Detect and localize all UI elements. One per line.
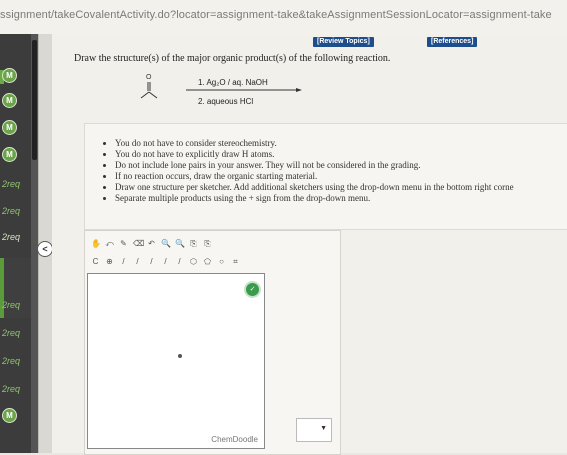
undo-icon[interactable]: ↶ bbox=[147, 239, 156, 248]
eraser-tool-icon[interactable]: ⌫ bbox=[133, 239, 144, 248]
canvas-dot bbox=[178, 354, 182, 358]
requirement-label: 2req bbox=[2, 232, 21, 242]
paste-icon[interactable]: ⎘ bbox=[203, 239, 212, 248]
mastery-badge: M bbox=[2, 67, 17, 83]
collapse-sidebar-button[interactable]: < bbox=[37, 241, 53, 257]
address-bar[interactable]: ssignment/takeCovalentActivity.do?locato… bbox=[0, 0, 567, 35]
sketcher-options-dropdown[interactable]: ▼ bbox=[296, 418, 332, 442]
question-sidebar: M M M M 2req 2req 2req 2req 2req 2req 2r… bbox=[0, 34, 38, 453]
sidebar-item-2[interactable]: M bbox=[2, 91, 17, 109]
instruction-item: Separate multiple products using the + s… bbox=[115, 193, 567, 203]
requirement-label: 2req bbox=[2, 328, 21, 338]
chevron-down-icon: ▼ bbox=[320, 425, 327, 432]
pencil-tool-icon[interactable]: ✎ bbox=[119, 239, 128, 248]
acetaldehyde-structure bbox=[140, 82, 158, 99]
mastery-badge: M bbox=[2, 119, 17, 135]
sketcher-toolbar-top: ✋ ⤺ ✎ ⌫ ↶ 🔍 🔍 ⎘ ⎘ bbox=[91, 237, 212, 249]
url-text[interactable]: ssignment/takeCovalentActivity.do?locato… bbox=[0, 9, 552, 21]
reagent-step-2: 2. aqueous HCl bbox=[198, 97, 254, 106]
sidebar-scroll-thumb[interactable] bbox=[32, 40, 37, 160]
sidebar-item-1[interactable]: M bbox=[2, 66, 17, 84]
zoom-in-icon[interactable]: 🔍 bbox=[161, 239, 171, 248]
single-bond-icon[interactable]: / bbox=[119, 257, 128, 266]
zoom-out-icon[interactable]: 🔍 bbox=[175, 239, 185, 248]
instruction-item: Draw one structure per sketcher. Add add… bbox=[115, 182, 567, 192]
requirement-label: 2req bbox=[2, 206, 21, 216]
drawing-canvas[interactable]: ✓ ChemDoodle bbox=[87, 273, 265, 449]
instruction-item: If no reaction occurs, draw the organic … bbox=[115, 171, 567, 181]
instructions-list: You do not have to consider stereochemis… bbox=[85, 124, 567, 203]
sidebar-scrollbar[interactable] bbox=[31, 34, 38, 453]
sidebar-item-7[interactable]: 2req bbox=[2, 228, 20, 246]
oxygen-atom-label: O bbox=[146, 74, 152, 81]
chemdoodle-brand: ChemDoodle bbox=[211, 435, 258, 444]
charge-tool-icon[interactable]: ⊕ bbox=[105, 257, 114, 266]
sidebar-item-5[interactable]: 2req bbox=[2, 175, 20, 193]
question-prompt: Draw the structure(s) of the major organ… bbox=[74, 53, 391, 64]
hand-tool-icon[interactable]: ✋ bbox=[91, 239, 101, 248]
instruction-item: Do not include lone pairs in your answer… bbox=[115, 160, 567, 170]
dash-bond-icon[interactable]: / bbox=[175, 257, 184, 266]
sketcher-toolbar-bottom: C ⊕ / / / / / ⬡ ⬠ ○ ⌗ bbox=[91, 255, 240, 267]
lasso-tool-icon[interactable]: ⤺ bbox=[105, 239, 114, 248]
review-topics-link[interactable]: [Review Topics] bbox=[313, 37, 374, 47]
requirement-label: 2req bbox=[2, 179, 21, 189]
triple-bond-icon[interactable]: / bbox=[147, 257, 156, 266]
mastery-badge: M bbox=[2, 407, 17, 423]
sidebar-item-11[interactable]: 2req bbox=[2, 380, 20, 398]
circle-ring-icon[interactable]: ○ bbox=[217, 257, 226, 266]
instruction-item: You do not have to consider stereochemis… bbox=[115, 138, 567, 148]
template-icon[interactable]: ⌗ bbox=[231, 257, 240, 266]
requirement-label: 2req bbox=[2, 356, 21, 366]
mastery-badge: M bbox=[2, 146, 17, 162]
submit-structure-icon[interactable]: ✓ bbox=[244, 281, 261, 298]
instructions-box: You do not have to consider stereochemis… bbox=[84, 123, 567, 230]
sidebar-item-9[interactable]: 2req bbox=[2, 324, 20, 342]
requirement-label: 2req bbox=[2, 384, 21, 394]
carbon-atom-tool-icon[interactable]: C bbox=[91, 257, 100, 266]
sidebar-item-12[interactable]: M bbox=[2, 406, 17, 424]
instruction-item: You do not have to explicitly draw H ato… bbox=[115, 149, 567, 159]
wedge-bond-icon[interactable]: / bbox=[161, 257, 170, 266]
reaction-arrowhead bbox=[296, 88, 302, 92]
sidebar-item-8[interactable]: 2req bbox=[2, 296, 20, 314]
requirement-label: 2req bbox=[2, 300, 21, 310]
copy-icon[interactable]: ⎘ bbox=[189, 239, 198, 248]
reagent-step-1: 1. Ag₂O / aq. NaOH bbox=[198, 78, 268, 87]
sidebar-item-10[interactable]: 2req bbox=[2, 352, 20, 370]
double-bond-icon[interactable]: / bbox=[133, 257, 142, 266]
hexagon-ring-icon[interactable]: ⬡ bbox=[189, 257, 198, 266]
pentagon-ring-icon[interactable]: ⬠ bbox=[203, 257, 212, 266]
references-link[interactable]: [References] bbox=[427, 37, 478, 47]
mastery-badge: M bbox=[2, 92, 17, 108]
sidebar-item-6[interactable]: 2req bbox=[2, 202, 20, 220]
sidebar-item-3[interactable]: M bbox=[2, 118, 17, 136]
sidebar-item-4[interactable]: M bbox=[2, 145, 17, 163]
